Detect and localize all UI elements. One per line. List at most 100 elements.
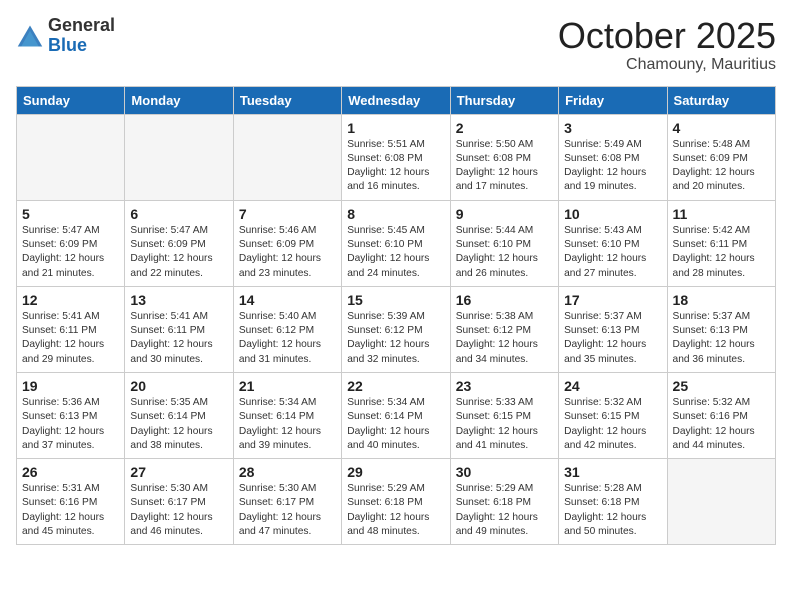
day-number: 25 — [673, 378, 770, 394]
calendar-cell: 3 Sunrise: 5:49 AM Sunset: 6:08 PM Daylig… — [559, 114, 667, 200]
calendar-week-row: 5 Sunrise: 5:47 AM Sunset: 6:09 PM Daylig… — [17, 200, 776, 286]
calendar-cell: 10 Sunrise: 5:43 AM Sunset: 6:10 PM Dayli… — [559, 200, 667, 286]
day-info: Sunrise: 5:42 AM Sunset: 6:11 PM Dayligh… — [673, 224, 770, 281]
day-number: 22 — [347, 378, 444, 394]
day-info: Sunrise: 5:48 AM Sunset: 6:09 PM Dayligh… — [673, 138, 770, 195]
day-info: Sunrise: 5:50 AM Sunset: 6:08 PM Dayligh… — [456, 138, 553, 195]
day-number: 14 — [239, 292, 336, 308]
day-number: 29 — [347, 464, 444, 480]
day-number: 1 — [347, 120, 444, 136]
day-number: 10 — [564, 206, 661, 222]
day-number: 20 — [130, 378, 227, 394]
calendar-table: SundayMondayTuesdayWednesdayThursdayFrid… — [16, 86, 776, 546]
calendar-cell: 6 Sunrise: 5:47 AM Sunset: 6:09 PM Daylig… — [125, 200, 233, 286]
calendar-cell: 1 Sunrise: 5:51 AM Sunset: 6:08 PM Daylig… — [342, 114, 450, 200]
calendar-cell — [125, 114, 233, 200]
day-info: Sunrise: 5:44 AM Sunset: 6:10 PM Dayligh… — [456, 224, 553, 281]
page-header: General Blue October 2025 Chamouny, Maur… — [16, 16, 776, 74]
calendar-cell: 17Sunrise: 5:37 AM Sunset: 6:13 PM Dayli… — [559, 286, 667, 372]
day-number: 11 — [673, 206, 770, 222]
day-info: Sunrise: 5:31 AM Sunset: 6:16 PM Dayligh… — [22, 482, 119, 539]
weekday-header: Sunday — [17, 86, 125, 114]
day-number: 19 — [22, 378, 119, 394]
day-info: Sunrise: 5:51 AM Sunset: 6:08 PM Dayligh… — [347, 138, 444, 195]
day-info: Sunrise: 5:46 AM Sunset: 6:09 PM Dayligh… — [239, 224, 336, 281]
day-info: Sunrise: 5:29 AM Sunset: 6:18 PM Dayligh… — [347, 482, 444, 539]
day-info: Sunrise: 5:40 AM Sunset: 6:12 PM Dayligh… — [239, 310, 336, 367]
day-info: Sunrise: 5:34 AM Sunset: 6:14 PM Dayligh… — [239, 396, 336, 453]
logo: General Blue — [16, 16, 115, 56]
calendar-week-row: 26 Sunrise: 5:31 AM Sunset: 6:16 PM Dayli… — [17, 459, 776, 545]
day-info: Sunrise: 5:39 AM Sunset: 6:12 PM Dayligh… — [347, 310, 444, 367]
calendar-cell — [233, 114, 341, 200]
location-subtitle: Chamouny, Mauritius — [558, 56, 776, 74]
weekday-header: Friday — [559, 86, 667, 114]
day-number: 5 — [22, 206, 119, 222]
day-info: Sunrise: 5:41 AM Sunset: 6:11 PM Dayligh… — [22, 310, 119, 367]
calendar-cell: 8 Sunrise: 5:45 AM Sunset: 6:10 PM Daylig… — [342, 200, 450, 286]
weekday-header: Saturday — [667, 86, 775, 114]
weekday-header: Wednesday — [342, 86, 450, 114]
calendar-cell: 5Sunrise: 5:47 AM Sunset: 6:09 PM Daylig… — [17, 200, 125, 286]
calendar-cell: 18 Sunrise: 5:37 AM Sunset: 6:13 PM Dayli… — [667, 286, 775, 372]
day-info: Sunrise: 5:35 AM Sunset: 6:14 PM Dayligh… — [130, 396, 227, 453]
calendar-cell: 28 Sunrise: 5:30 AM Sunset: 6:17 PM Dayli… — [233, 459, 341, 545]
day-number: 31 — [564, 464, 661, 480]
calendar-cell: 30Sunrise: 5:29 AM Sunset: 6:18 PM Dayli… — [450, 459, 558, 545]
day-info: Sunrise: 5:47 AM Sunset: 6:09 PM Dayligh… — [130, 224, 227, 281]
calendar-cell: 12Sunrise: 5:41 AM Sunset: 6:11 PM Dayli… — [17, 286, 125, 372]
calendar-cell: 24Sunrise: 5:32 AM Sunset: 6:15 PM Dayli… — [559, 372, 667, 458]
day-number: 17 — [564, 292, 661, 308]
weekday-header: Tuesday — [233, 86, 341, 114]
logo-general: General — [48, 16, 115, 36]
day-number: 2 — [456, 120, 553, 136]
title-block: October 2025 Chamouny, Mauritius — [558, 16, 776, 74]
day-info: Sunrise: 5:36 AM Sunset: 6:13 PM Dayligh… — [22, 396, 119, 453]
calendar-cell: 7 Sunrise: 5:46 AM Sunset: 6:09 PM Daylig… — [233, 200, 341, 286]
day-number: 16 — [456, 292, 553, 308]
day-number: 28 — [239, 464, 336, 480]
day-info: Sunrise: 5:41 AM Sunset: 6:11 PM Dayligh… — [130, 310, 227, 367]
day-info: Sunrise: 5:43 AM Sunset: 6:10 PM Dayligh… — [564, 224, 661, 281]
calendar-cell: 2 Sunrise: 5:50 AM Sunset: 6:08 PM Daylig… — [450, 114, 558, 200]
calendar-cell: 29 Sunrise: 5:29 AM Sunset: 6:18 PM Dayli… — [342, 459, 450, 545]
day-info: Sunrise: 5:30 AM Sunset: 6:17 PM Dayligh… — [239, 482, 336, 539]
day-number: 13 — [130, 292, 227, 308]
day-number: 6 — [130, 206, 227, 222]
day-info: Sunrise: 5:32 AM Sunset: 6:16 PM Dayligh… — [673, 396, 770, 453]
calendar-cell: 23 Sunrise: 5:33 AM Sunset: 6:15 PM Dayli… — [450, 372, 558, 458]
weekday-header: Thursday — [450, 86, 558, 114]
calendar-cell: 9Sunrise: 5:44 AM Sunset: 6:10 PM Daylig… — [450, 200, 558, 286]
day-info: Sunrise: 5:32 AM Sunset: 6:15 PM Dayligh… — [564, 396, 661, 453]
calendar-cell: 22Sunrise: 5:34 AM Sunset: 6:14 PM Dayli… — [342, 372, 450, 458]
day-number: 26 — [22, 464, 119, 480]
day-number: 8 — [347, 206, 444, 222]
day-number: 7 — [239, 206, 336, 222]
day-number: 18 — [673, 292, 770, 308]
day-info: Sunrise: 5:33 AM Sunset: 6:15 PM Dayligh… — [456, 396, 553, 453]
calendar-cell: 14 Sunrise: 5:40 AM Sunset: 6:12 PM Dayli… — [233, 286, 341, 372]
calendar-cell: 27Sunrise: 5:30 AM Sunset: 6:17 PM Dayli… — [125, 459, 233, 545]
day-number: 21 — [239, 378, 336, 394]
calendar-cell — [667, 459, 775, 545]
weekday-header-row: SundayMondayTuesdayWednesdayThursdayFrid… — [17, 86, 776, 114]
calendar-cell: 16 Sunrise: 5:38 AM Sunset: 6:12 PM Dayli… — [450, 286, 558, 372]
day-number: 3 — [564, 120, 661, 136]
calendar-cell: 26 Sunrise: 5:31 AM Sunset: 6:16 PM Dayli… — [17, 459, 125, 545]
day-number: 4 — [673, 120, 770, 136]
calendar-week-row: 12Sunrise: 5:41 AM Sunset: 6:11 PM Dayli… — [17, 286, 776, 372]
calendar-week-row: 19 Sunrise: 5:36 AM Sunset: 6:13 PM Dayli… — [17, 372, 776, 458]
day-number: 27 — [130, 464, 227, 480]
day-info: Sunrise: 5:45 AM Sunset: 6:10 PM Dayligh… — [347, 224, 444, 281]
day-info: Sunrise: 5:49 AM Sunset: 6:08 PM Dayligh… — [564, 138, 661, 195]
calendar-cell: 21 Sunrise: 5:34 AM Sunset: 6:14 PM Dayli… — [233, 372, 341, 458]
day-info: Sunrise: 5:38 AM Sunset: 6:12 PM Dayligh… — [456, 310, 553, 367]
calendar-cell — [17, 114, 125, 200]
calendar-cell: 4 Sunrise: 5:48 AM Sunset: 6:09 PM Daylig… — [667, 114, 775, 200]
logo-icon — [16, 22, 44, 50]
day-info: Sunrise: 5:28 AM Sunset: 6:18 PM Dayligh… — [564, 482, 661, 539]
day-number: 23 — [456, 378, 553, 394]
day-info: Sunrise: 5:37 AM Sunset: 6:13 PM Dayligh… — [673, 310, 770, 367]
calendar-week-row: 1 Sunrise: 5:51 AM Sunset: 6:08 PM Daylig… — [17, 114, 776, 200]
calendar-cell: 13 Sunrise: 5:41 AM Sunset: 6:11 PM Dayli… — [125, 286, 233, 372]
